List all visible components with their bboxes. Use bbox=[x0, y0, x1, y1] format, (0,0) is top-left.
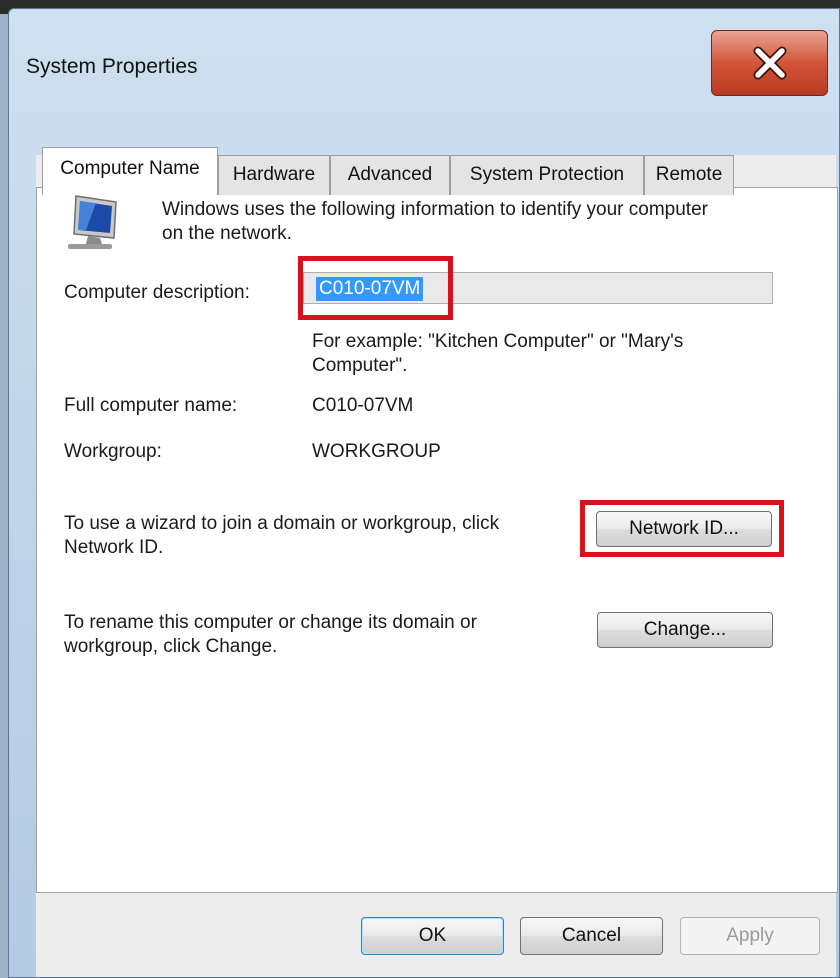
intro-text-line1: Windows uses the following information t… bbox=[162, 199, 708, 220]
tab-remote[interactable]: Remote bbox=[644, 155, 734, 195]
computer-monitor-icon bbox=[68, 195, 117, 249]
computer-description-label: Computer description: bbox=[64, 282, 250, 303]
window-title: System Properties bbox=[26, 55, 198, 78]
tab-hardware[interactable]: Hardware bbox=[218, 155, 330, 195]
apply-button[interactable]: Apply bbox=[680, 917, 820, 955]
full-computer-name-value: C010-07VM bbox=[312, 395, 414, 416]
description-example-line1: For example: "Kitchen Computer" or "Mary… bbox=[312, 331, 684, 352]
highlight-box-description bbox=[298, 256, 453, 320]
workgroup-value: WORKGROUP bbox=[312, 441, 441, 462]
change-instruction-line2: workgroup, click Change. bbox=[64, 636, 278, 657]
workgroup-label: Workgroup: bbox=[64, 441, 162, 462]
close-button[interactable] bbox=[711, 30, 828, 96]
network-id-instruction-line1: To use a wizard to join a domain or work… bbox=[64, 513, 500, 534]
close-icon bbox=[753, 46, 786, 80]
intro-text-line2: on the network. bbox=[162, 223, 292, 244]
network-id-instruction-line2: Network ID. bbox=[64, 537, 164, 558]
tab-system-protection[interactable]: System Protection bbox=[450, 155, 644, 195]
description-example-line2: Computer". bbox=[312, 355, 408, 376]
tab-advanced[interactable]: Advanced bbox=[330, 155, 450, 195]
tab-computer-name[interactable]: Computer Name bbox=[42, 147, 218, 195]
highlight-box-network-id bbox=[580, 500, 784, 557]
ok-button[interactable]: OK bbox=[361, 917, 504, 955]
change-instruction-line1: To rename this computer or change its do… bbox=[64, 612, 477, 633]
cancel-button[interactable]: Cancel bbox=[520, 917, 663, 955]
full-computer-name-label: Full computer name: bbox=[64, 395, 238, 416]
change-button[interactable]: Change... bbox=[597, 612, 773, 648]
